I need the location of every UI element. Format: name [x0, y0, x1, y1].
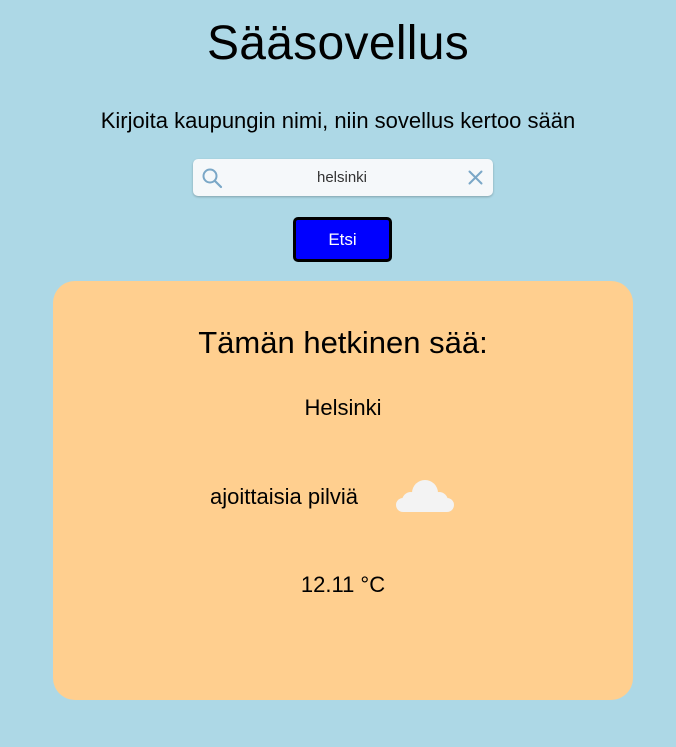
- page-title: Sääsovellus: [206, 17, 470, 70]
- weather-condition: ajoittaisia pilviä: [210, 484, 358, 509]
- search-button[interactable]: Etsi: [293, 217, 392, 262]
- weather-condition-row: ajoittaisia pilviä: [53, 476, 633, 526]
- weather-card: Tämän hetkinen sää: Helsinki ajoittaisia…: [53, 281, 633, 700]
- city-name: Helsinki: [304, 395, 382, 420]
- search-icon: [202, 168, 223, 189]
- close-icon[interactable]: [466, 168, 485, 187]
- temperature: 12.11 °C: [300, 572, 386, 597]
- cloud-icon: [396, 480, 454, 512]
- weather-heading: Tämän hetkinen sää:: [198, 325, 488, 360]
- search-input[interactable]: [229, 159, 455, 196]
- page-subtitle: Kirjoita kaupungin nimi, niin sovellus k…: [100, 108, 576, 133]
- search-box[interactable]: [193, 159, 493, 196]
